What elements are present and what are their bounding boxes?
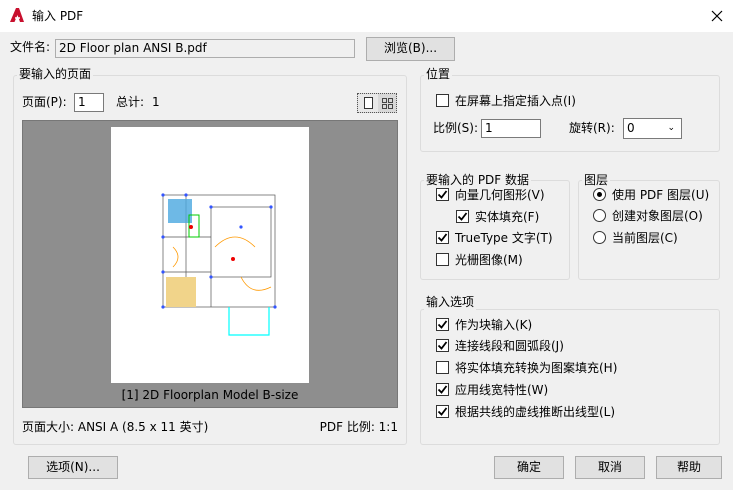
file-name-label: 文件名:	[10, 40, 51, 54]
window-title: 输入 PDF	[32, 9, 84, 23]
cancel-button[interactable]: 取消	[575, 456, 645, 479]
checkmark-icon	[437, 407, 448, 416]
pdf-scale-text: PDF 比例: 1:1	[319, 420, 398, 434]
checkmark-icon	[437, 190, 448, 199]
pdf-data-checkbox[interactable]: 光栅图像(M)	[436, 251, 523, 268]
options-button[interactable]: 选项(N)...	[28, 456, 118, 479]
checkbox-label: 在屏幕上指定插入点(I)	[455, 94, 576, 108]
checkbox-label: 应用线宽特性(W)	[455, 383, 549, 397]
page-input[interactable]: 1	[74, 93, 104, 112]
checkbox-box[interactable]	[436, 188, 449, 201]
checkbox-box[interactable]	[436, 253, 449, 266]
total-label: 总计:	[116, 95, 145, 109]
pdf-data-checkbox[interactable]: 向量几何图形(V)	[436, 186, 545, 203]
pages-group-title: 要输入的页面	[17, 66, 94, 82]
page-thumbnail[interactable]	[111, 127, 309, 383]
checkbox-box[interactable]	[436, 339, 449, 352]
radio-label: 使用 PDF 图层(U)	[612, 188, 710, 202]
total-value: 1	[152, 95, 160, 109]
checkbox-label: 实体填充(F)	[475, 210, 540, 224]
radio-button[interactable]	[593, 188, 606, 201]
position-group	[420, 75, 720, 152]
thumbnail-view-button[interactable]	[378, 94, 396, 112]
checkbox-label: TrueType 文字(T)	[455, 231, 553, 245]
checkmark-icon	[457, 212, 468, 221]
checkmark-icon	[437, 320, 448, 329]
checkmark-icon	[437, 233, 448, 242]
checkbox-box[interactable]	[456, 210, 469, 223]
single-page-view-button[interactable]	[358, 94, 378, 112]
view-toggle	[357, 93, 397, 113]
import-options-group-title: 输入选项	[424, 294, 477, 310]
scale-input[interactable]: 1	[481, 119, 541, 138]
radio-dot-icon	[597, 192, 602, 197]
grid-icon	[381, 97, 393, 109]
browse-button[interactable]: 浏览(B)...	[366, 37, 455, 61]
import-option-checkbox[interactable]: 根据共线的虚线推断出线型(L)	[436, 403, 615, 420]
checkbox-label: 向量几何图形(V)	[455, 188, 545, 202]
preview-caption: [1] 2D Floorplan Model B-size	[121, 388, 299, 402]
pdf-data-checkbox[interactable]: 实体填充(F)	[456, 208, 539, 225]
checkbox-box[interactable]	[436, 383, 449, 396]
page-preview-area: [1] 2D Floorplan Model B-size	[22, 120, 398, 408]
checkbox-box[interactable]	[436, 94, 449, 107]
layer-radio[interactable]: 当前图层(C)	[593, 229, 678, 246]
checkmark-icon	[437, 385, 448, 394]
import-option-checkbox[interactable]: 作为块输入(K)	[436, 316, 532, 333]
rotation-value: 0	[627, 121, 635, 135]
import-option-checkbox[interactable]: 将实体填充转换为图案填充(H)	[436, 359, 617, 376]
checkbox-label: 将实体填充转换为图案填充(H)	[455, 361, 618, 375]
radio-label: 当前图层(C)	[612, 231, 678, 245]
checkbox-label: 作为块输入(K)	[455, 318, 533, 332]
rotation-select[interactable]: 0 ⌄	[623, 118, 682, 139]
import-option-checkbox[interactable]: 连接线段和圆弧段(J)	[436, 337, 564, 354]
single-page-icon	[363, 97, 373, 109]
help-button[interactable]: 帮助	[656, 456, 722, 479]
file-name-field[interactable]: 2D Floor plan ANSI B.pdf	[55, 39, 355, 58]
import-option-checkbox[interactable]: 应用线宽特性(W)	[436, 381, 548, 398]
specify-on-screen-checkbox[interactable]: 在屏幕上指定插入点(I)	[436, 92, 576, 109]
checkbox-box[interactable]	[436, 405, 449, 418]
scale-label: 比例(S):	[433, 121, 479, 135]
radio-button[interactable]	[593, 231, 606, 244]
checkbox-box[interactable]	[436, 231, 449, 244]
radio-button[interactable]	[593, 209, 606, 222]
layer-radio[interactable]: 创建对象图层(O)	[593, 207, 703, 224]
ok-button[interactable]: 确定	[494, 456, 564, 479]
pdf-data-checkbox[interactable]: TrueType 文字(T)	[436, 229, 553, 246]
radio-label: 创建对象图层(O)	[612, 209, 703, 223]
checkbox-label: 连接线段和圆弧段(J)	[455, 339, 564, 353]
floor-plan-drawing	[161, 193, 277, 336]
title-bar: 输入 PDF	[0, 0, 733, 32]
chevron-down-icon: ⌄	[667, 123, 675, 133]
checkbox-box[interactable]	[436, 361, 449, 374]
position-group-title: 位置	[424, 66, 453, 82]
checkbox-label: 根据共线的虚线推断出线型(L)	[455, 405, 616, 419]
checkbox-box[interactable]	[436, 318, 449, 331]
page-label: 页面(P):	[22, 95, 67, 109]
checkbox-label: 光栅图像(M)	[455, 253, 523, 267]
close-icon[interactable]	[710, 9, 724, 23]
checkmark-icon	[437, 341, 448, 350]
rotation-label: 旋转(R):	[569, 121, 615, 135]
autocad-logo-icon	[10, 8, 24, 22]
page-size-text: 页面大小: ANSI A (8.5 x 11 英寸)	[22, 420, 209, 434]
layer-radio[interactable]: 使用 PDF 图层(U)	[593, 186, 709, 203]
